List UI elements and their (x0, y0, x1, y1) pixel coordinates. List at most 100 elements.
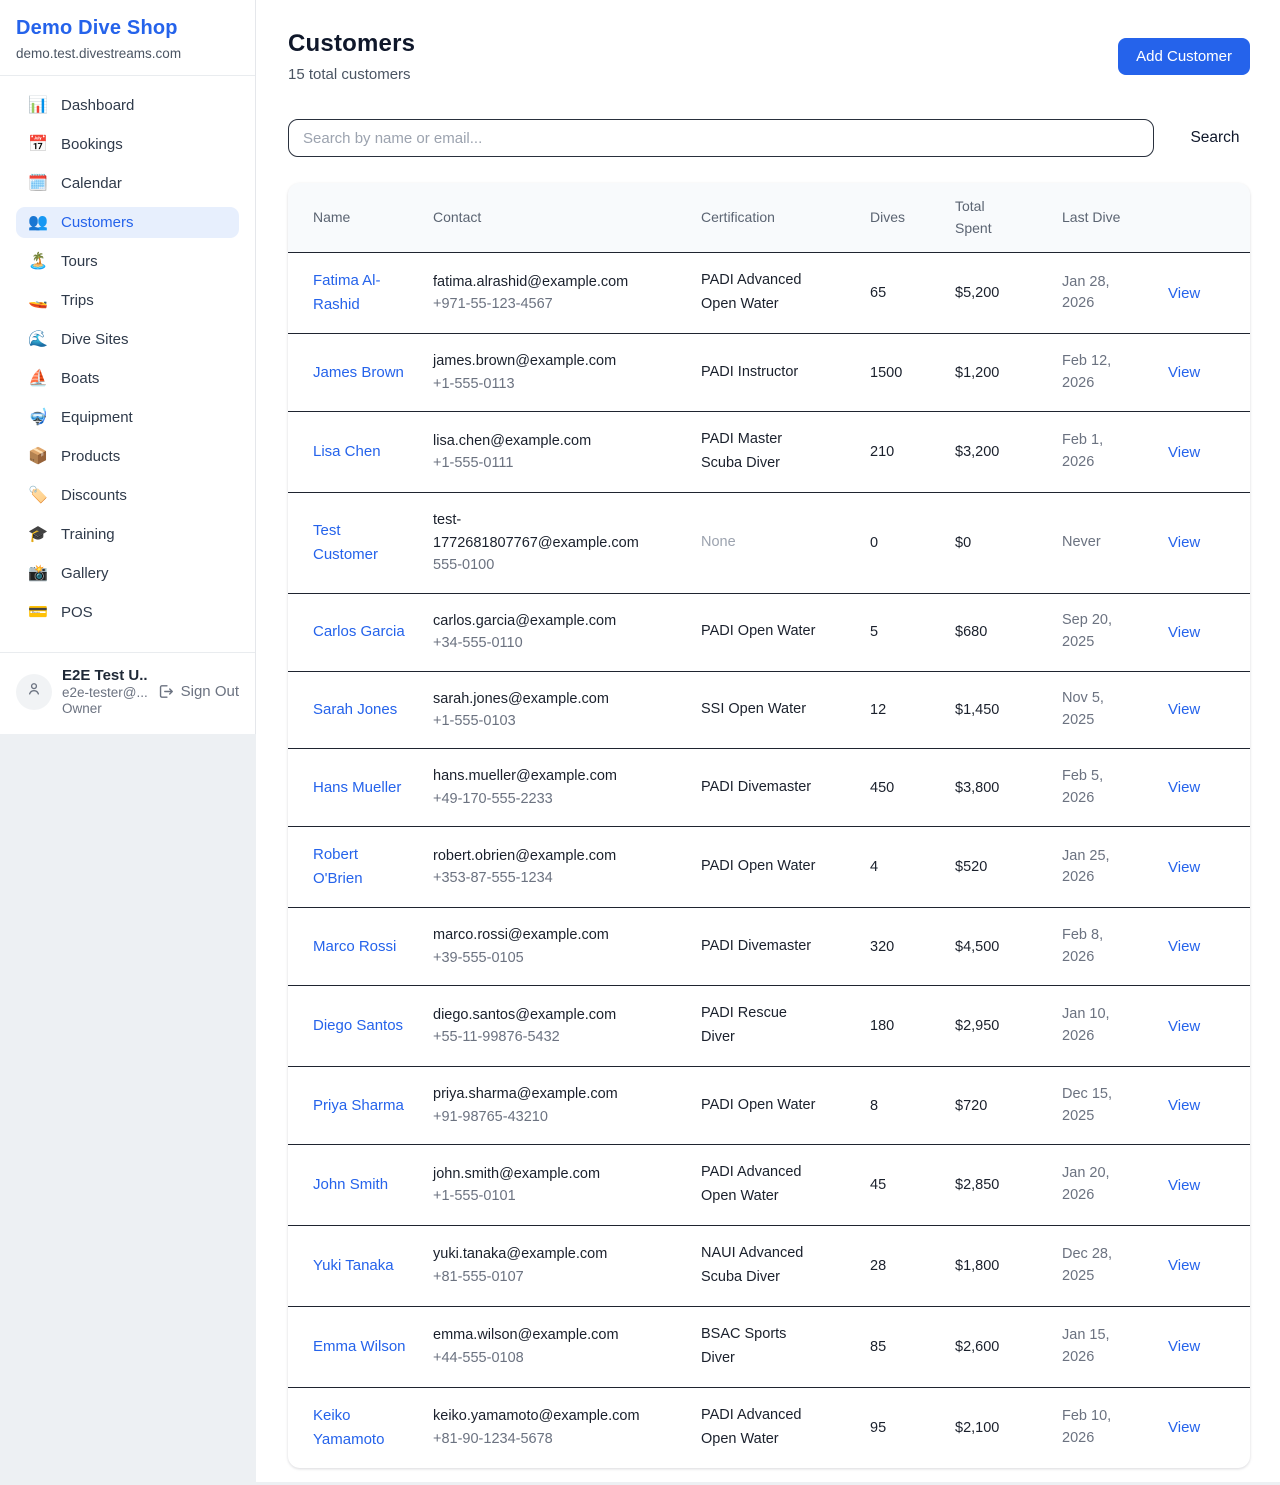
sidebar-item-customers[interactable]: 👥 Customers (16, 207, 239, 238)
last-dive-date: Never (1062, 532, 1126, 554)
sidebar-item-discounts[interactable]: 🏷️Discounts (16, 480, 239, 511)
sidebar-item-equipment[interactable]: 🤿Equipment (16, 402, 239, 433)
last-dive-date: Jan 20, 2026 (1062, 1163, 1126, 1207)
view-customer-link[interactable]: View (1168, 444, 1200, 461)
table-row: Lisa Chen lisa.chen@example.com+1-555-011… (288, 412, 1250, 493)
certification: PADI Open Water (701, 620, 819, 644)
view-customer-link[interactable]: View (1168, 624, 1200, 641)
customer-email: yuki.tanaka@example.com (433, 1243, 645, 1265)
sidebar-item-boats[interactable]: ⛵Boats (16, 363, 239, 394)
table-row: Yuki Tanakayuki.tanaka@example.com+81-55… (288, 1225, 1250, 1306)
last-dive-date: Feb 10, 2026 (1062, 1406, 1126, 1450)
search-input[interactable] (288, 119, 1154, 157)
customer-name-link[interactable]: Priya Sharma (313, 1094, 404, 1118)
sidebar-item-tours[interactable]: 🏝️Tours (16, 246, 239, 277)
customer-name-link[interactable]: Marco Rossi (313, 935, 396, 959)
column-header: Certification (701, 183, 870, 253)
sidebar-item-calendar[interactable]: 🗓️ Calendar (16, 168, 239, 199)
view-customer-link[interactable]: View (1168, 779, 1200, 796)
customer-phone: +81-90-1234-5678 (433, 1428, 645, 1450)
dives-count: 8 (870, 1067, 955, 1145)
table-row: Carlos Garciacarlos.garcia@example.com+3… (288, 593, 1250, 671)
table-row: Robert O'Brienrobert.obrien@example.com+… (288, 827, 1250, 908)
view-customer-link[interactable]: View (1168, 1338, 1200, 1355)
sidebar-item-label: Calendar (61, 175, 122, 192)
customer-name-link[interactable]: James Brown (313, 361, 404, 385)
calendar-icon: 🗓️ (28, 176, 48, 192)
view-customer-link[interactable]: View (1168, 1177, 1200, 1194)
sidebar-item-label: POS (61, 604, 93, 621)
last-dive-date: Dec 15, 2025 (1062, 1084, 1126, 1128)
table-row: Test Customer test-1772681807767@example.… (288, 493, 1250, 593)
sidebar-item-label: Gallery (61, 565, 109, 582)
customer-phone: +39-555-0105 (433, 947, 645, 969)
customer-phone: +1-555-0111 (433, 452, 645, 474)
sidebar-item-gallery[interactable]: 📸Gallery (16, 558, 239, 589)
customer-name-link[interactable]: Sarah Jones (313, 698, 397, 722)
customer-email: lisa.chen@example.com (433, 430, 645, 452)
sidebar-item-training[interactable]: 🎓Training (16, 519, 239, 550)
last-dive-date: Feb 1, 2026 (1062, 430, 1126, 474)
customer-name-link[interactable]: Hans Mueller (313, 776, 401, 800)
sidebar-item-label: Products (61, 448, 120, 465)
people-icon: 👥 (28, 215, 48, 231)
table-row: Diego Santosdiego.santos@example.com+55-… (288, 986, 1250, 1067)
view-customer-link[interactable]: View (1168, 534, 1200, 551)
total-spent: $720 (955, 1067, 1062, 1145)
view-customer-link[interactable]: View (1168, 1419, 1200, 1436)
view-customer-link[interactable]: View (1168, 1018, 1200, 1035)
customer-name-link[interactable]: Keiko Yamamoto (313, 1404, 408, 1452)
customer-name-link[interactable]: Carlos Garcia (313, 620, 405, 644)
search-bar: Search (288, 119, 1250, 157)
dives-count: 320 (870, 908, 955, 986)
view-customer-link[interactable]: View (1168, 938, 1200, 955)
last-dive-date: Feb 12, 2026 (1062, 351, 1126, 395)
sidebar-item-trips[interactable]: 🚤Trips (16, 285, 239, 316)
customer-phone: 555-0100 (433, 554, 645, 576)
view-customer-link[interactable]: View (1168, 1257, 1200, 1274)
customer-name-link[interactable]: Yuki Tanaka (313, 1254, 394, 1278)
sidebar-item-dashboard[interactable]: 📊Dashboard (16, 90, 239, 121)
certification: PADI Advanced Open Water (701, 1404, 819, 1452)
sidebar-item-pos[interactable]: 💳POS (16, 597, 239, 628)
total-spent: $1,450 (955, 671, 1062, 749)
total-spent: $2,950 (955, 986, 1062, 1067)
sidebar-item-label: Discounts (61, 487, 127, 504)
total-spent: $1,200 (955, 334, 1062, 412)
view-customer-link[interactable]: View (1168, 859, 1200, 876)
customer-email: keiko.yamamoto@example.com (433, 1405, 645, 1427)
view-customer-link[interactable]: View (1168, 285, 1200, 302)
search-button[interactable]: Search (1180, 129, 1250, 147)
table-row: Marco Rossimarco.rossi@example.com+39-55… (288, 908, 1250, 986)
customer-name-link[interactable]: Emma Wilson (313, 1335, 406, 1359)
sidebar-item-dive-sites[interactable]: 🌊Dive Sites (16, 324, 239, 355)
customer-phone: +55-11-99876-5432 (433, 1026, 645, 1048)
last-dive-date: Feb 8, 2026 (1062, 925, 1126, 969)
customer-name-link[interactable]: Fatima Al-Rashid (313, 269, 408, 317)
view-customer-link[interactable]: View (1168, 364, 1200, 381)
brand-header: Demo Dive Shop demo.test.divestreams.com (0, 0, 255, 76)
customer-email: test-1772681807767@example.com (433, 509, 645, 554)
last-dive-date: Jan 15, 2026 (1062, 1325, 1126, 1369)
sidebar-item-label: Customers (61, 214, 134, 231)
total-spent: $0 (955, 493, 1062, 593)
customer-email: sarah.jones@example.com (433, 688, 645, 710)
dives-count: 28 (870, 1225, 955, 1306)
sidebar-item-label: Dashboard (61, 97, 134, 114)
add-customer-button[interactable]: Add Customer (1118, 38, 1250, 75)
customer-name-link[interactable]: Lisa Chen (313, 440, 381, 464)
view-customer-link[interactable]: View (1168, 1097, 1200, 1114)
calendar-date-icon: 📅 (28, 137, 48, 153)
shop-name: Demo Dive Shop (16, 17, 239, 40)
customer-name-link[interactable]: Test Customer (313, 519, 408, 567)
sign-out-button[interactable]: Sign Out (157, 683, 239, 700)
certification: PADI Rescue Diver (701, 1002, 819, 1050)
sidebar-item-products[interactable]: 📦Products (16, 441, 239, 472)
customer-name-link[interactable]: Diego Santos (313, 1014, 403, 1038)
customer-name-link[interactable]: John Smith (313, 1173, 388, 1197)
customer-name-link[interactable]: Robert O'Brien (313, 843, 408, 891)
customer-email: robert.obrien@example.com (433, 845, 645, 867)
view-customer-link[interactable]: View (1168, 701, 1200, 718)
sidebar-item-bookings[interactable]: 📅Bookings (16, 129, 239, 160)
customer-email: priya.sharma@example.com (433, 1083, 645, 1105)
